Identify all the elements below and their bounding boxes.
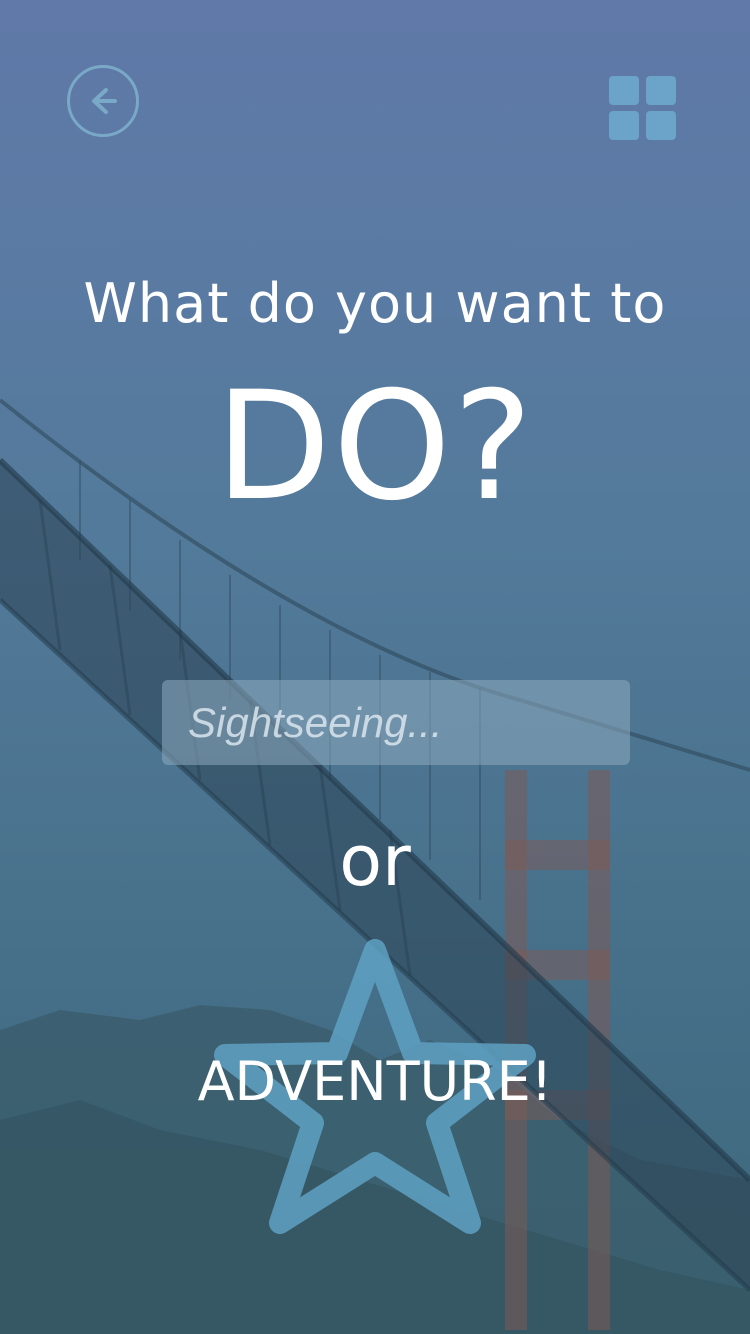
question-line: What do you want to	[83, 272, 667, 335]
or-separator: or	[339, 820, 411, 902]
activity-search-input[interactable]	[162, 680, 630, 765]
grid-menu-button[interactable]	[609, 76, 677, 141]
grid-icon-cell	[609, 111, 639, 140]
question-headline: DO?	[215, 360, 535, 534]
screen: What do you want to DO? or ADVENTURE!	[0, 0, 750, 1334]
back-button[interactable]	[67, 65, 139, 137]
adventure-label: ADVENTURE!	[197, 1050, 553, 1113]
adventure-button[interactable]: ADVENTURE!	[175, 935, 575, 1235]
back-arrow-icon	[92, 88, 117, 114]
grid-icon-cell	[646, 76, 676, 105]
grid-icon	[609, 76, 639, 105]
grid-icon-cell	[646, 111, 676, 140]
